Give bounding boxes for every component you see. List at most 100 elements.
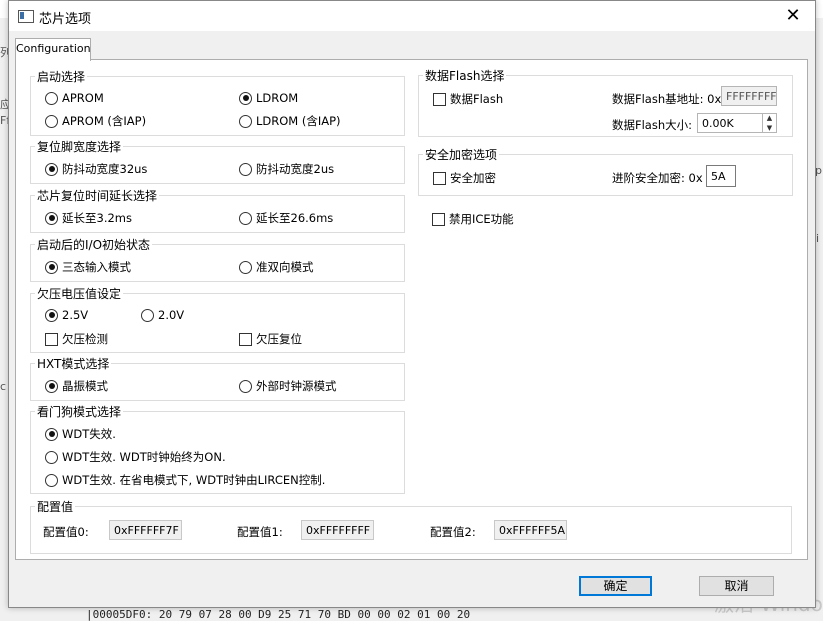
checkbox-icon bbox=[433, 171, 446, 185]
radio-icon bbox=[239, 260, 252, 274]
configuration-panel: 启动选择 APROM LDROM APROM (含IAP) LDROM (含IA… bbox=[15, 59, 808, 560]
option-label: 欠压复位 bbox=[256, 332, 302, 346]
spin-down-icon[interactable]: ▼ bbox=[763, 123, 776, 133]
radio-icon bbox=[45, 91, 58, 105]
option-label: WDT生效. WDT时钟始终为ON. bbox=[62, 450, 226, 464]
boot-aprom-iap-radio[interactable]: APROM (含IAP) bbox=[45, 113, 146, 129]
background-side-text: c bbox=[0, 380, 7, 393]
radio-selected-icon bbox=[45, 260, 58, 274]
brownout-reset-checkbox[interactable]: 欠压复位 bbox=[239, 331, 302, 347]
boot-select-label: 启动选择 bbox=[35, 68, 88, 85]
advanced-security-input[interactable]: 5A bbox=[706, 165, 736, 187]
io-tristate-radio[interactable]: 三态输入模式 bbox=[45, 259, 131, 275]
option-label: 2.5V bbox=[62, 308, 89, 322]
radio-icon bbox=[141, 308, 154, 322]
size-spinner[interactable]: ▲ ▼ bbox=[762, 113, 776, 133]
hxt-external-clock-radio[interactable]: 外部时钟源模式 bbox=[239, 378, 337, 394]
config2-label: 配置值2: bbox=[430, 525, 476, 539]
wdt-always-on-radio[interactable]: WDT生效. WDT时钟始终为ON. bbox=[45, 449, 226, 465]
brownout-group: 欠压电压值设定 2.5V 2.0V 欠压检测 欠压复位 bbox=[30, 285, 405, 353]
option-label: APROM (含IAP) bbox=[62, 114, 147, 128]
wdt-lircen-radio[interactable]: WDT生效. 在省电模式下, WDT时钟由LIRCEN控制. bbox=[45, 472, 325, 488]
reset-delay-26ms-radio[interactable]: 延长至26.6ms bbox=[239, 210, 333, 226]
data-flash-size-input[interactable]: 0.00K ▲ ▼ bbox=[697, 113, 777, 133]
option-label: 延长至26.6ms bbox=[256, 211, 334, 225]
data-flash-base-input[interactable]: FFFFFFFF bbox=[721, 86, 777, 106]
advanced-security-label: 进阶安全加密: 0x bbox=[612, 171, 703, 185]
option-label: 准双向模式 bbox=[256, 260, 314, 274]
brownout-label: 欠压电压值设定 bbox=[35, 285, 124, 302]
disable-ice-checkbox[interactable]: 禁用ICE功能 bbox=[432, 211, 514, 227]
config-values-label: 配置值 bbox=[35, 498, 76, 515]
io-init-group: 启动后的I/O初始状态 三态输入模式 准双向模式 bbox=[30, 236, 405, 282]
option-label: 欠压检测 bbox=[62, 332, 108, 346]
radio-selected-icon bbox=[45, 162, 58, 176]
radio-selected-icon bbox=[45, 379, 58, 393]
brownout-detect-checkbox[interactable]: 欠压检测 bbox=[45, 331, 108, 347]
hxt-crystal-radio[interactable]: 晶振模式 bbox=[45, 378, 108, 394]
option-label: LDROM bbox=[256, 91, 299, 105]
security-lock-checkbox[interactable]: 安全加密 bbox=[433, 170, 496, 186]
boot-aprom-radio[interactable]: APROM bbox=[45, 91, 104, 105]
wdt-disabled-radio[interactable]: WDT失效. bbox=[45, 426, 116, 442]
ok-button[interactable]: 确定 bbox=[579, 576, 652, 596]
data-flash-base-label: 数据Flash基地址: 0x bbox=[612, 92, 722, 106]
hxt-label: HXT模式选择 bbox=[35, 355, 112, 372]
option-label: 禁用ICE功能 bbox=[449, 212, 514, 226]
option-label: 数据Flash bbox=[450, 92, 504, 106]
dialog-title: 芯片选项 bbox=[39, 12, 92, 27]
security-group: 安全加密选项 安全加密 进阶安全加密: 0x 5A bbox=[418, 146, 793, 196]
radio-selected-icon bbox=[45, 211, 58, 225]
radio-selected-icon bbox=[45, 427, 58, 441]
checkbox-icon bbox=[432, 212, 445, 226]
config0-label: 配置值0: bbox=[43, 525, 89, 539]
watchdog-label: 看门狗模式选择 bbox=[35, 403, 124, 420]
radio-icon bbox=[239, 114, 252, 128]
radio-icon bbox=[239, 162, 252, 176]
background-side-text: i bbox=[816, 232, 820, 245]
checkbox-icon bbox=[433, 92, 446, 106]
checkbox-icon bbox=[239, 332, 252, 346]
security-label: 安全加密选项 bbox=[423, 146, 500, 163]
option-label: 外部时钟源模式 bbox=[256, 379, 337, 393]
spin-up-icon[interactable]: ▲ bbox=[763, 113, 776, 123]
data-flash-checkbox[interactable]: 数据Flash bbox=[433, 91, 503, 107]
option-label: 防抖动宽度2us bbox=[256, 162, 335, 176]
title-bar[interactable]: 芯片选项 ✕ bbox=[9, 1, 815, 31]
checkbox-icon bbox=[45, 332, 58, 346]
io-quasi-bidir-radio[interactable]: 准双向模式 bbox=[239, 259, 314, 275]
close-button[interactable]: ✕ bbox=[771, 1, 815, 31]
option-label: 晶振模式 bbox=[62, 379, 108, 393]
chip-options-dialog: 芯片选项 ✕ Configuration 启动选择 APROM LDROM AP… bbox=[8, 0, 816, 608]
hxt-group: HXT模式选择 晶振模式 外部时钟源模式 bbox=[30, 355, 405, 401]
boot-ldrom-radio[interactable]: LDROM bbox=[239, 91, 298, 105]
background-side-text: p bbox=[815, 164, 822, 177]
radio-icon bbox=[239, 211, 252, 225]
config1-value: 0xFFFFFFFF bbox=[301, 520, 374, 540]
option-label: 三态输入模式 bbox=[62, 260, 131, 274]
radio-icon bbox=[45, 450, 58, 464]
reset-pin-32us-radio[interactable]: 防抖动宽度32us bbox=[45, 161, 147, 177]
brownout-2v5-radio[interactable]: 2.5V bbox=[45, 308, 88, 322]
radio-icon bbox=[45, 473, 58, 487]
app-icon bbox=[18, 10, 34, 23]
config1-label: 配置值1: bbox=[237, 525, 283, 539]
data-flash-size-value: 0.00K bbox=[702, 117, 734, 130]
reset-delay-3ms-radio[interactable]: 延长至3.2ms bbox=[45, 210, 132, 226]
cancel-button[interactable]: 取消 bbox=[699, 576, 774, 596]
reset-pin-2us-radio[interactable]: 防抖动宽度2us bbox=[239, 161, 334, 177]
tab-configuration[interactable]: Configuration bbox=[15, 38, 91, 61]
radio-icon bbox=[45, 114, 58, 128]
reset-delay-label: 芯片复位时间延长选择 bbox=[35, 187, 160, 204]
data-flash-size-label: 数据Flash大小: bbox=[612, 118, 693, 132]
data-flash-label: 数据Flash选择 bbox=[423, 67, 507, 84]
radio-selected-icon bbox=[45, 308, 58, 322]
option-label: 2.0V bbox=[158, 308, 185, 322]
io-init-label: 启动后的I/O初始状态 bbox=[35, 236, 153, 253]
background-hex-line: |00005DF0: 20 79 07 28 00 D9 25 71 70 BD… bbox=[86, 608, 471, 621]
option-label: LDROM (含IAP) bbox=[256, 114, 341, 128]
reset-delay-group: 芯片复位时间延长选择 延长至3.2ms 延长至26.6ms bbox=[30, 187, 405, 233]
boot-select-group: 启动选择 APROM LDROM APROM (含IAP) LDROM (含IA… bbox=[30, 68, 405, 136]
boot-ldrom-iap-radio[interactable]: LDROM (含IAP) bbox=[239, 113, 341, 129]
brownout-2v0-radio[interactable]: 2.0V bbox=[141, 308, 184, 322]
